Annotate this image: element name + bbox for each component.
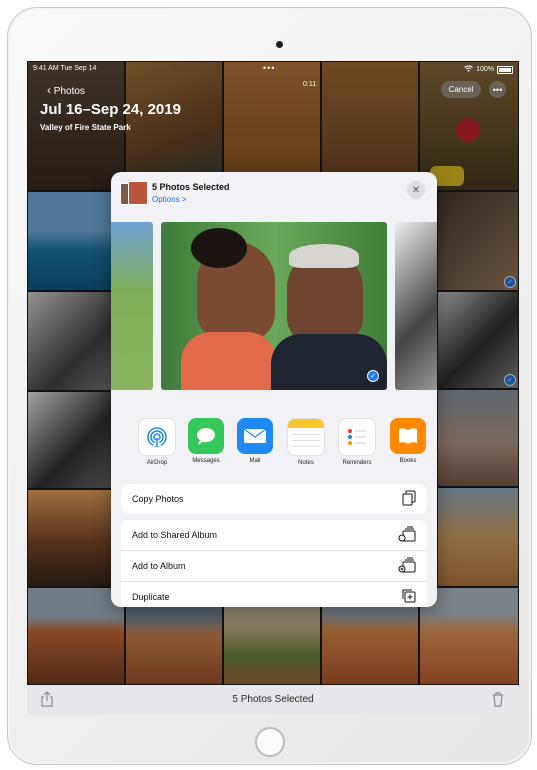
hair-right xyxy=(289,244,359,268)
app-notes[interactable]: Notes xyxy=(284,418,328,466)
app-label: Messages xyxy=(192,458,220,464)
close-icon: ✕ xyxy=(411,184,421,196)
mail-icon xyxy=(237,418,273,454)
action-group-copy: Copy Photos xyxy=(121,484,427,514)
app-books[interactable]: Books xyxy=(386,418,430,464)
app-airdrop[interactable]: AirDrop xyxy=(135,418,179,466)
shared-album-icon xyxy=(398,526,416,548)
battery-icon xyxy=(497,65,513,74)
action-label: Copy Photos xyxy=(132,494,184,504)
trash-icon[interactable] xyxy=(491,691,505,712)
video-duration: 0:11 xyxy=(303,81,317,88)
selection-thumbnail xyxy=(120,181,148,205)
action-group-albums: Add to Shared Album Add to Album Duplica… xyxy=(121,520,427,607)
album-icon xyxy=(398,557,416,579)
app-reminders[interactable]: Reminders xyxy=(335,418,379,466)
options-link[interactable]: Options > xyxy=(152,195,186,204)
messages-icon xyxy=(188,418,224,454)
app-label: Books xyxy=(399,458,417,464)
home-button[interactable] xyxy=(255,727,285,757)
selection-count-label: 5 Photos Selected xyxy=(232,694,314,705)
app-label: Notes xyxy=(298,460,314,466)
duplicate-icon xyxy=(401,588,416,607)
action-label: Add to Shared Album xyxy=(132,530,218,540)
multitasking-dots[interactable]: ••• xyxy=(263,63,275,73)
duplicate-action[interactable]: Duplicate xyxy=(121,582,427,607)
page-subtitle: Valley of Fire State Park xyxy=(40,123,131,132)
status-right: 100% xyxy=(464,65,513,74)
hair-left xyxy=(191,228,247,268)
books-icon xyxy=(390,418,426,454)
copy-photos-action[interactable]: Copy Photos xyxy=(121,484,427,514)
page-title: Jul 16–Sep 24, 2019 xyxy=(40,101,181,118)
bottom-toolbar: 5 Photos Selected xyxy=(27,685,519,715)
share-sheet: 5 Photos Selected Options > ✕ ✓ AirDrop xyxy=(111,172,437,607)
back-button[interactable]: ‹ Photos xyxy=(47,83,85,97)
status-time: 9:41 AM Tue Sep 14 xyxy=(33,65,97,72)
preview-photo-right[interactable] xyxy=(395,222,437,390)
notes-icon xyxy=(287,418,325,456)
close-button[interactable]: ✕ xyxy=(407,181,425,199)
reminders-icon xyxy=(338,418,376,456)
app-label: Reminders xyxy=(342,460,372,466)
battery-percent: 100% xyxy=(476,66,494,73)
suit-right xyxy=(271,334,387,390)
app-label: Mail xyxy=(249,458,261,464)
chevron-left-icon: ‹ xyxy=(47,83,51,97)
app-mail[interactable]: Mail xyxy=(233,418,277,464)
preview-photo-left[interactable] xyxy=(111,222,153,390)
add-to-album-action[interactable]: Add to Album xyxy=(121,551,427,582)
action-label: Add to Album xyxy=(132,561,186,571)
action-label: Duplicate xyxy=(132,592,170,602)
share-sheet-header: 5 Photos Selected Options > ✕ xyxy=(111,172,437,214)
cancel-button[interactable]: Cancel xyxy=(441,81,481,98)
airdrop-icon xyxy=(138,418,176,456)
more-button[interactable]: ••• xyxy=(489,81,506,98)
app-label: AirDrop xyxy=(146,460,168,466)
shirt-left xyxy=(181,332,277,390)
copy-icon xyxy=(402,490,416,512)
app-messages[interactable]: Messages xyxy=(184,418,228,464)
wifi-icon xyxy=(464,65,473,74)
selected-check-icon: ✓ xyxy=(367,370,379,382)
photo-preview-carousel[interactable]: ✓ xyxy=(111,217,437,395)
add-to-shared-album-action[interactable]: Add to Shared Album xyxy=(121,520,427,551)
share-sheet-title: 5 Photos Selected xyxy=(152,182,230,192)
status-bar: 9:41 AM Tue Sep 14 ••• 100% xyxy=(27,61,519,77)
preview-photo-main[interactable]: ✓ xyxy=(161,222,387,390)
front-camera xyxy=(276,41,283,48)
back-label: Photos xyxy=(53,86,85,97)
